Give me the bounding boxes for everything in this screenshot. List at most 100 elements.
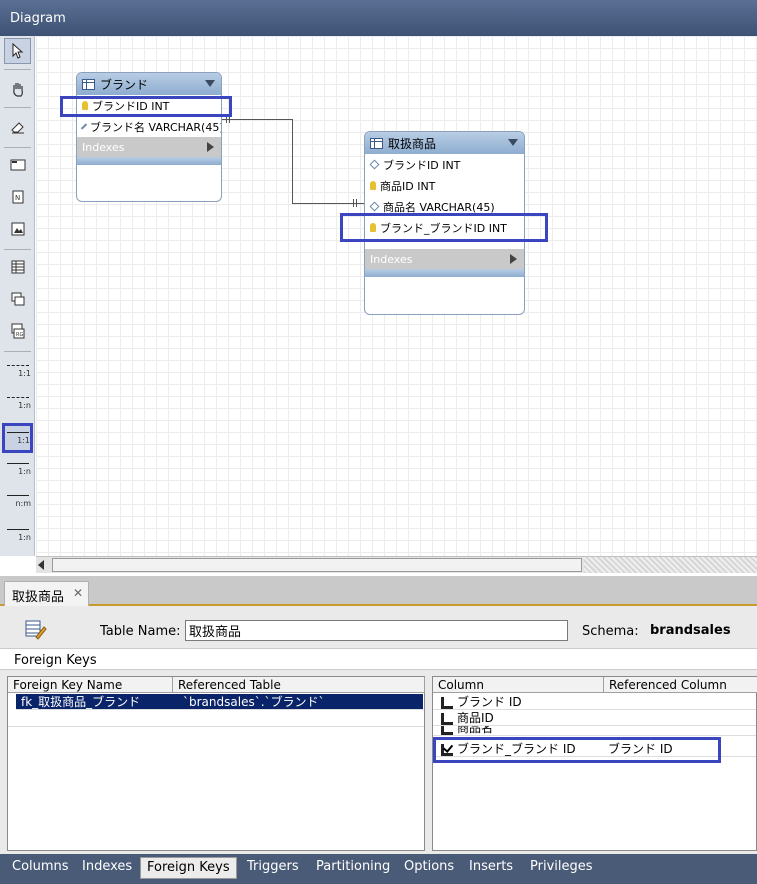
tab-foreign-keys[interactable]: Foreign Keys xyxy=(140,857,237,879)
pointer-tool-button[interactable] xyxy=(4,38,31,64)
tab-columns[interactable]: Columns xyxy=(6,857,75,879)
table-icon xyxy=(11,260,24,274)
fk-column-grid[interactable]: Column Referenced Column ブランド ID 商品ID 商品… xyxy=(432,676,757,851)
view-icon xyxy=(11,292,24,306)
relation-label: 1:n xyxy=(18,400,31,410)
image-tool-button[interactable] xyxy=(4,216,31,242)
relation-label: 1:n xyxy=(18,532,31,542)
diagram-canvas-area: N RG 1:1 1:n 1:1 1:n n:m 1:n ブランド ブランドID… xyxy=(0,36,757,576)
scroll-thumb[interactable] xyxy=(52,558,582,572)
relation-label: 1:1 xyxy=(17,435,30,445)
checkbox[interactable] xyxy=(441,712,453,725)
editor-tab[interactable]: 取扱商品 ✕ xyxy=(4,581,90,606)
tab-indexes[interactable]: Indexes xyxy=(76,857,138,879)
relation-1-n-identifying-button[interactable]: 1:n xyxy=(4,456,31,482)
entity-column[interactable]: ブランド_ブランドID INT xyxy=(365,217,524,238)
fk-referenced-table-cell[interactable]: `brandsales`.`ブランド` xyxy=(183,694,325,710)
referenced-column-cell[interactable]: ブランド ID xyxy=(608,741,673,757)
relation-1-1-nonid-button[interactable]: 1:1 xyxy=(4,358,31,384)
entity-indexes-section[interactable]: Indexes xyxy=(365,249,524,269)
tab-triggers[interactable]: Triggers xyxy=(241,857,305,879)
tab-partitioning[interactable]: Partitioning xyxy=(310,857,396,879)
column-header[interactable]: Column xyxy=(433,677,604,693)
table-row[interactable]: 商品名 xyxy=(433,726,756,736)
diagram-title-bar: Diagram xyxy=(0,0,757,36)
table-row[interactable]: ブランド ID xyxy=(433,694,756,710)
table-row[interactable]: ブランド_ブランド ID ブランド ID xyxy=(433,741,756,757)
note-icon: N xyxy=(12,190,23,204)
indexes-label: Indexes xyxy=(370,252,413,266)
routine-group-tool-button[interactable]: RG xyxy=(4,318,31,344)
svg-text:RG: RG xyxy=(16,332,23,338)
entity-column[interactable]: 商品名 VARCHAR(45) xyxy=(365,196,524,217)
relationship-tick xyxy=(356,199,357,207)
hand-tool-button[interactable] xyxy=(4,76,31,102)
table-edit-icon xyxy=(25,620,47,640)
entity-indexes-section[interactable]: Indexes xyxy=(77,137,221,157)
entity-column[interactable]: 商品ID INT xyxy=(365,175,524,196)
relation-label: 1:1 xyxy=(18,368,31,378)
relation-1-1-identifying-button[interactable]: 1:1 xyxy=(2,423,33,453)
entity-column[interactable]: ブランドID INT xyxy=(365,154,524,175)
entity-column[interactable]: ブランド名 VARCHAR(45) xyxy=(77,116,221,137)
column-header[interactable]: Foreign Key Name xyxy=(8,677,173,693)
table-name-label: Table Name: xyxy=(100,624,181,639)
relationship-line[interactable] xyxy=(292,203,365,204)
eraser-icon xyxy=(10,122,24,134)
relationship-line[interactable] xyxy=(292,119,293,204)
fk-name-cell[interactable]: fk_取扱商品_ブランド xyxy=(21,694,140,710)
table-row[interactable]: fk_取扱商品_ブランド `brandsales`.`ブランド` xyxy=(16,694,423,710)
checkbox[interactable] xyxy=(441,726,453,735)
table-tool-button[interactable] xyxy=(4,254,31,280)
column-header[interactable]: Referenced Column xyxy=(604,677,757,693)
table-name-input[interactable] xyxy=(185,620,568,641)
column-diamond-icon xyxy=(369,201,380,212)
schema-label: Schema: xyxy=(582,624,639,639)
column-name-cell: ブランド ID xyxy=(457,695,522,709)
table-editor-panel: 取扱商品 ✕ Table Name: Schema: brandsales Fo… xyxy=(0,576,757,884)
relationship-line[interactable] xyxy=(222,119,293,120)
layer-icon xyxy=(10,159,25,171)
table-name-row: Table Name: Schema: brandsales xyxy=(0,616,757,646)
horizontal-scrollbar[interactable] xyxy=(36,556,757,573)
collapse-arrow-icon[interactable] xyxy=(205,80,215,87)
view-tool-button[interactable] xyxy=(4,286,31,312)
expand-arrow-icon[interactable] xyxy=(510,254,517,264)
relation-1-n-existing-button[interactable]: 1:n xyxy=(4,522,31,548)
column-label: ブランド名 VARCHAR(45) xyxy=(90,120,222,134)
relation-n-m-button[interactable]: n:m xyxy=(4,488,31,514)
diagram-toolbox: N RG 1:1 1:n 1:1 1:n n:m 1:n xyxy=(0,36,35,556)
image-icon xyxy=(11,222,24,236)
table-row[interactable]: 商品ID xyxy=(433,710,756,726)
editor-tab-bar: 取扱商品 ✕ xyxy=(0,576,757,606)
cursor-icon xyxy=(12,43,23,59)
hand-icon xyxy=(12,83,23,97)
entity-header[interactable]: ブランド xyxy=(77,73,221,95)
collapse-arrow-icon[interactable] xyxy=(508,139,518,146)
tab-inserts[interactable]: Inserts xyxy=(463,857,519,879)
entity-title: 取扱商品 xyxy=(388,136,437,151)
table-row[interactable] xyxy=(8,711,424,727)
layer-tool-button[interactable] xyxy=(4,152,31,178)
relationship-tick xyxy=(229,115,230,123)
relation-1-n-nonid-button[interactable]: 1:n xyxy=(4,390,31,416)
scroll-left-arrow-icon[interactable] xyxy=(38,560,44,570)
column-name-cell: ブランド_ブランド ID xyxy=(457,742,576,756)
checkbox-checked[interactable] xyxy=(441,743,453,756)
eraser-tool-button[interactable] xyxy=(4,114,31,140)
entity-products[interactable]: 取扱商品 ブランドID INT 商品ID INT 商品名 VARCHAR(45)… xyxy=(364,131,525,315)
foreign-key-grid[interactable]: Foreign Key Name Referenced Table fk_取扱商… xyxy=(7,676,425,851)
entity-header[interactable]: 取扱商品 xyxy=(365,132,524,154)
primary-key-icon xyxy=(370,223,376,232)
editor-bottom-tabs: Columns Indexes Foreign Keys Triggers Pa… xyxy=(0,854,757,884)
entity-brand[interactable]: ブランド ブランドID INT ブランド名 VARCHAR(45) Indexe… xyxy=(76,72,222,202)
close-icon[interactable]: ✕ xyxy=(73,586,83,600)
entity-column[interactable]: ブランドID INT xyxy=(77,95,221,116)
expand-arrow-icon[interactable] xyxy=(207,142,214,152)
diagram-title: Diagram xyxy=(10,11,66,26)
tab-privileges[interactable]: Privileges xyxy=(524,857,599,879)
tab-options[interactable]: Options xyxy=(398,857,460,879)
column-header[interactable]: Referenced Table xyxy=(173,677,425,693)
note-tool-button[interactable]: N xyxy=(4,184,31,210)
checkbox[interactable] xyxy=(441,696,453,709)
